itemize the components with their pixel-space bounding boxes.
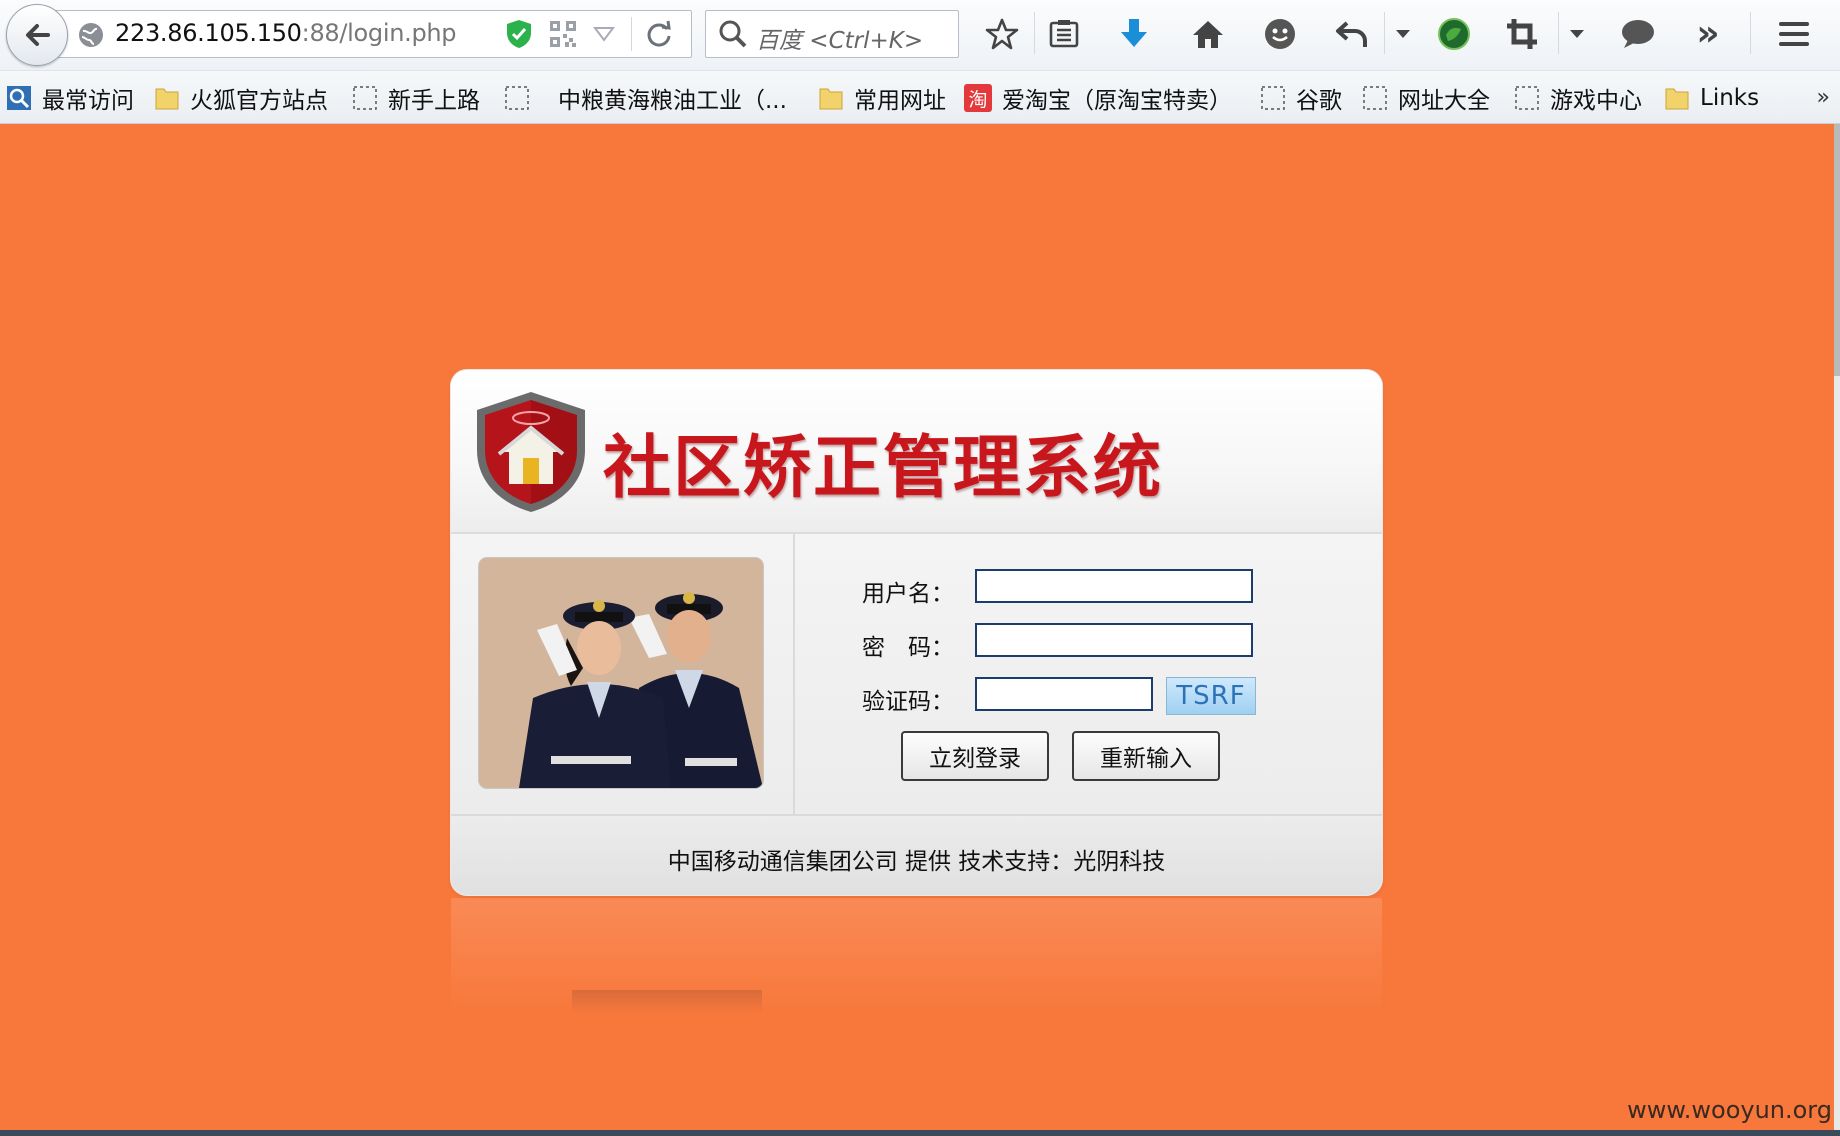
bookmark-label: 中粮黄海粮油工业（... — [558, 88, 787, 114]
captcha-input[interactable] — [975, 677, 1153, 711]
chat-bubble-icon[interactable] — [1618, 14, 1658, 54]
body-divider — [793, 534, 795, 814]
password-label: 密 码： — [862, 635, 954, 661]
shield-check-icon[interactable] — [505, 19, 533, 53]
footer-credits: 中国移动通信集团公司 提供 技术支持：光阴科技 — [667, 849, 1166, 875]
overflow-chevron-icon[interactable]: » — [1688, 14, 1728, 54]
photo-reflection — [572, 990, 762, 1014]
url-path: :88/login.php — [301, 19, 457, 47]
bookmark-label: 游戏中心 — [1550, 88, 1642, 114]
bookmark-google[interactable]: 谷歌 — [1260, 83, 1342, 114]
page-icon — [352, 85, 378, 111]
bookmark-label: 新手上路 — [388, 88, 480, 114]
chat-face-icon[interactable] — [1260, 14, 1300, 54]
password-input[interactable] — [975, 623, 1253, 657]
url-dropdown-icon[interactable] — [593, 26, 615, 46]
qr-code-icon[interactable] — [549, 20, 577, 52]
scrollbar-thumb[interactable] — [1834, 124, 1840, 376]
taobao-icon: 淘 — [964, 84, 992, 112]
download-icon[interactable] — [1114, 14, 1154, 54]
login-button[interactable]: 立刻登录 — [901, 731, 1049, 781]
bookmark-common-sites[interactable]: 常用网址 — [818, 83, 946, 114]
bookmark-url-directory[interactable]: 网址大全 — [1362, 83, 1490, 114]
search-bookmark-icon — [6, 85, 32, 111]
browser-toolbar: 223.86.105.150:88/login.php 百度 <Ctrl+K> — [0, 0, 1840, 71]
bookmarks-overflow-button[interactable]: » — [1817, 85, 1830, 110]
reading-list-icon[interactable] — [1044, 14, 1084, 54]
page-icon — [504, 85, 530, 111]
crop-dropdown-icon[interactable] — [1560, 14, 1594, 54]
toolbar-separator — [1558, 12, 1559, 54]
search-icon — [718, 19, 748, 53]
shield-house-emblem-icon — [469, 388, 593, 520]
hamburger-menu-icon[interactable] — [1774, 14, 1814, 54]
toolbar-separator — [1384, 12, 1385, 54]
bookmark-taobao[interactable]: 淘 爱淘宝（原淘宝特卖） — [964, 83, 1232, 114]
url-text[interactable]: 223.86.105.150:88/login.php — [115, 19, 457, 47]
username-input[interactable] — [975, 569, 1253, 603]
home-icon[interactable] — [1188, 14, 1228, 54]
extension-green-icon[interactable] — [1434, 14, 1474, 54]
folder-icon — [1664, 85, 1690, 111]
bookmark-label: 火狐官方站点 — [190, 88, 328, 114]
username-label: 用户名： — [862, 581, 954, 607]
system-title: 社区矫正管理系统 — [603, 428, 1164, 508]
reload-icon[interactable] — [645, 20, 673, 52]
arrow-left-icon — [26, 24, 50, 46]
bookmark-game-center[interactable]: 游戏中心 — [1514, 83, 1642, 114]
bookmark-firefox-site[interactable]: 火狐官方站点 — [154, 83, 328, 114]
undo-dropdown-icon[interactable] — [1386, 14, 1420, 54]
star-bookmark-icon[interactable] — [982, 14, 1022, 54]
login-footer: 中国移动通信集团公司 提供 技术支持：光阴科技 — [451, 814, 1382, 895]
captcha-label: 验证码： — [862, 689, 954, 715]
captcha-image[interactable]: TSRF — [1166, 677, 1256, 715]
reset-button[interactable]: 重新输入 — [1072, 731, 1220, 781]
search-bar[interactable]: 百度 <Ctrl+K> — [705, 10, 959, 58]
page-icon — [1260, 85, 1286, 111]
crop-screenshot-icon[interactable] — [1502, 14, 1542, 54]
toolbar-separator — [1750, 12, 1751, 54]
address-bar[interactable]: 223.86.105.150:88/login.php — [52, 10, 692, 58]
overflow-label: » — [1696, 13, 1720, 54]
police-officers-photo — [479, 558, 763, 788]
url-separator — [631, 17, 632, 51]
bookmark-label: Links — [1700, 85, 1760, 111]
bookmark-label: 爱淘宝（原淘宝特卖） — [1002, 88, 1232, 114]
bookmark-label: 谷歌 — [1296, 88, 1342, 114]
search-placeholder: 百度 <Ctrl+K> — [756, 28, 924, 54]
bookmark-cofco[interactable]: 中粮黄海粮油工业（... — [504, 83, 787, 114]
bookmarks-bar: 最常访问 火狐官方站点 新手上路 中粮黄海粮油工业（... 常用网址 淘 爱淘宝… — [0, 71, 1840, 124]
bookmark-label: 网址大全 — [1398, 88, 1490, 114]
folder-icon — [154, 85, 180, 111]
folder-icon — [818, 85, 844, 111]
bookmark-label: 最常访问 — [42, 88, 134, 114]
window-bottom-edge — [0, 1130, 1840, 1136]
toolbar-separator — [1034, 12, 1035, 54]
login-header: 社区矫正管理系统 — [451, 370, 1382, 534]
watermark: www.wooyun.org — [1627, 1096, 1832, 1124]
bookmark-most-visited[interactable]: 最常访问 — [6, 83, 134, 114]
globe-icon — [77, 21, 105, 53]
page-icon — [1362, 85, 1388, 111]
url-host: 223.86.105.150 — [115, 19, 302, 47]
bookmark-getting-started[interactable]: 新手上路 — [352, 83, 480, 114]
bookmark-label: 常用网址 — [854, 88, 946, 114]
back-button[interactable] — [6, 4, 68, 66]
bookmark-links[interactable]: Links — [1664, 83, 1759, 113]
page-icon — [1514, 85, 1540, 111]
undo-icon[interactable] — [1332, 14, 1372, 54]
